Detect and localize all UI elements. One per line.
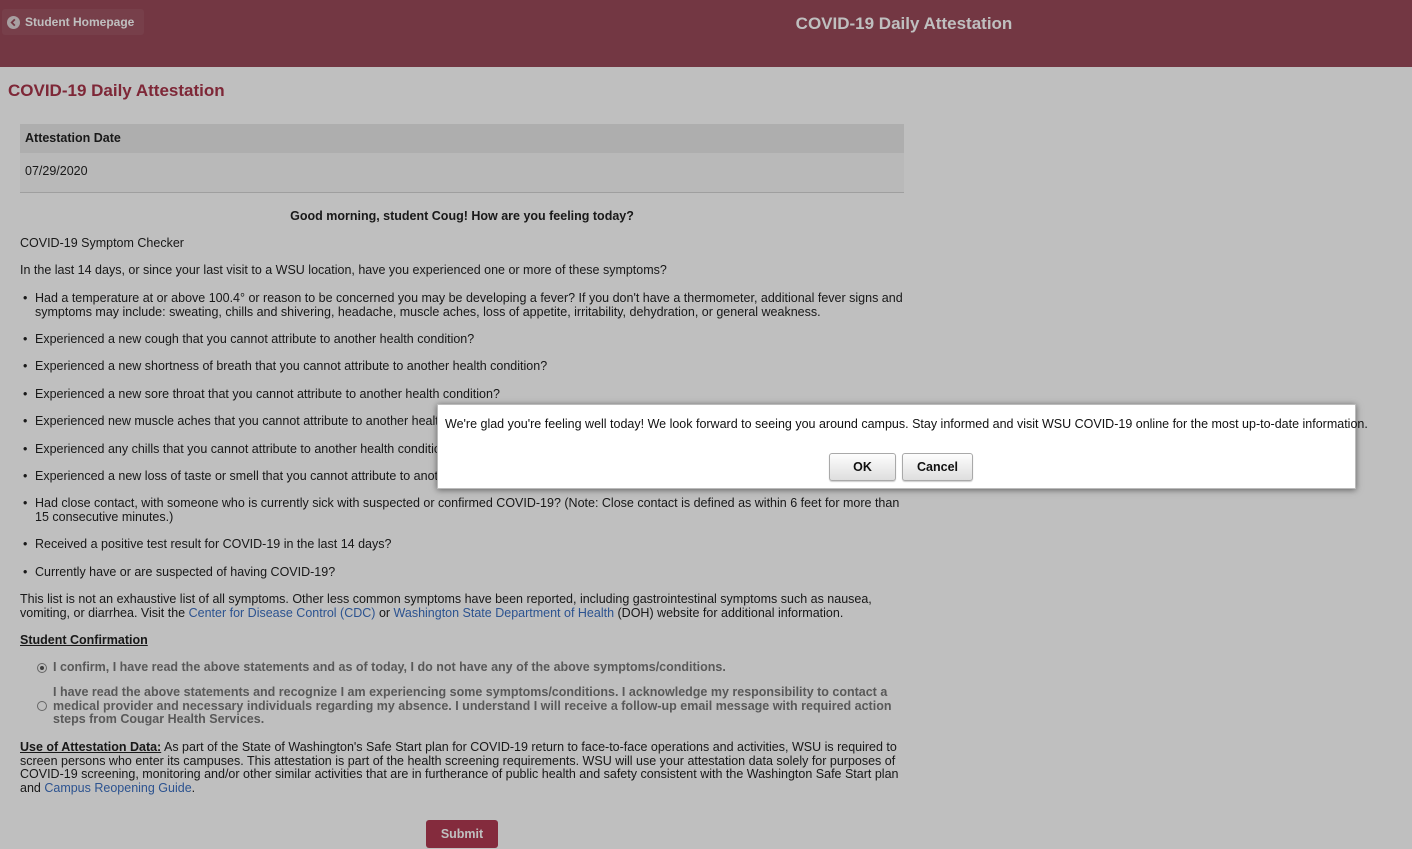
- cancel-button[interactable]: Cancel: [902, 453, 973, 481]
- ok-button[interactable]: OK: [829, 453, 896, 481]
- dialog-message: We're glad you're feeling well today! We…: [445, 417, 1368, 431]
- confirmation-dialog: We're glad you're feeling well today! We…: [437, 404, 1368, 489]
